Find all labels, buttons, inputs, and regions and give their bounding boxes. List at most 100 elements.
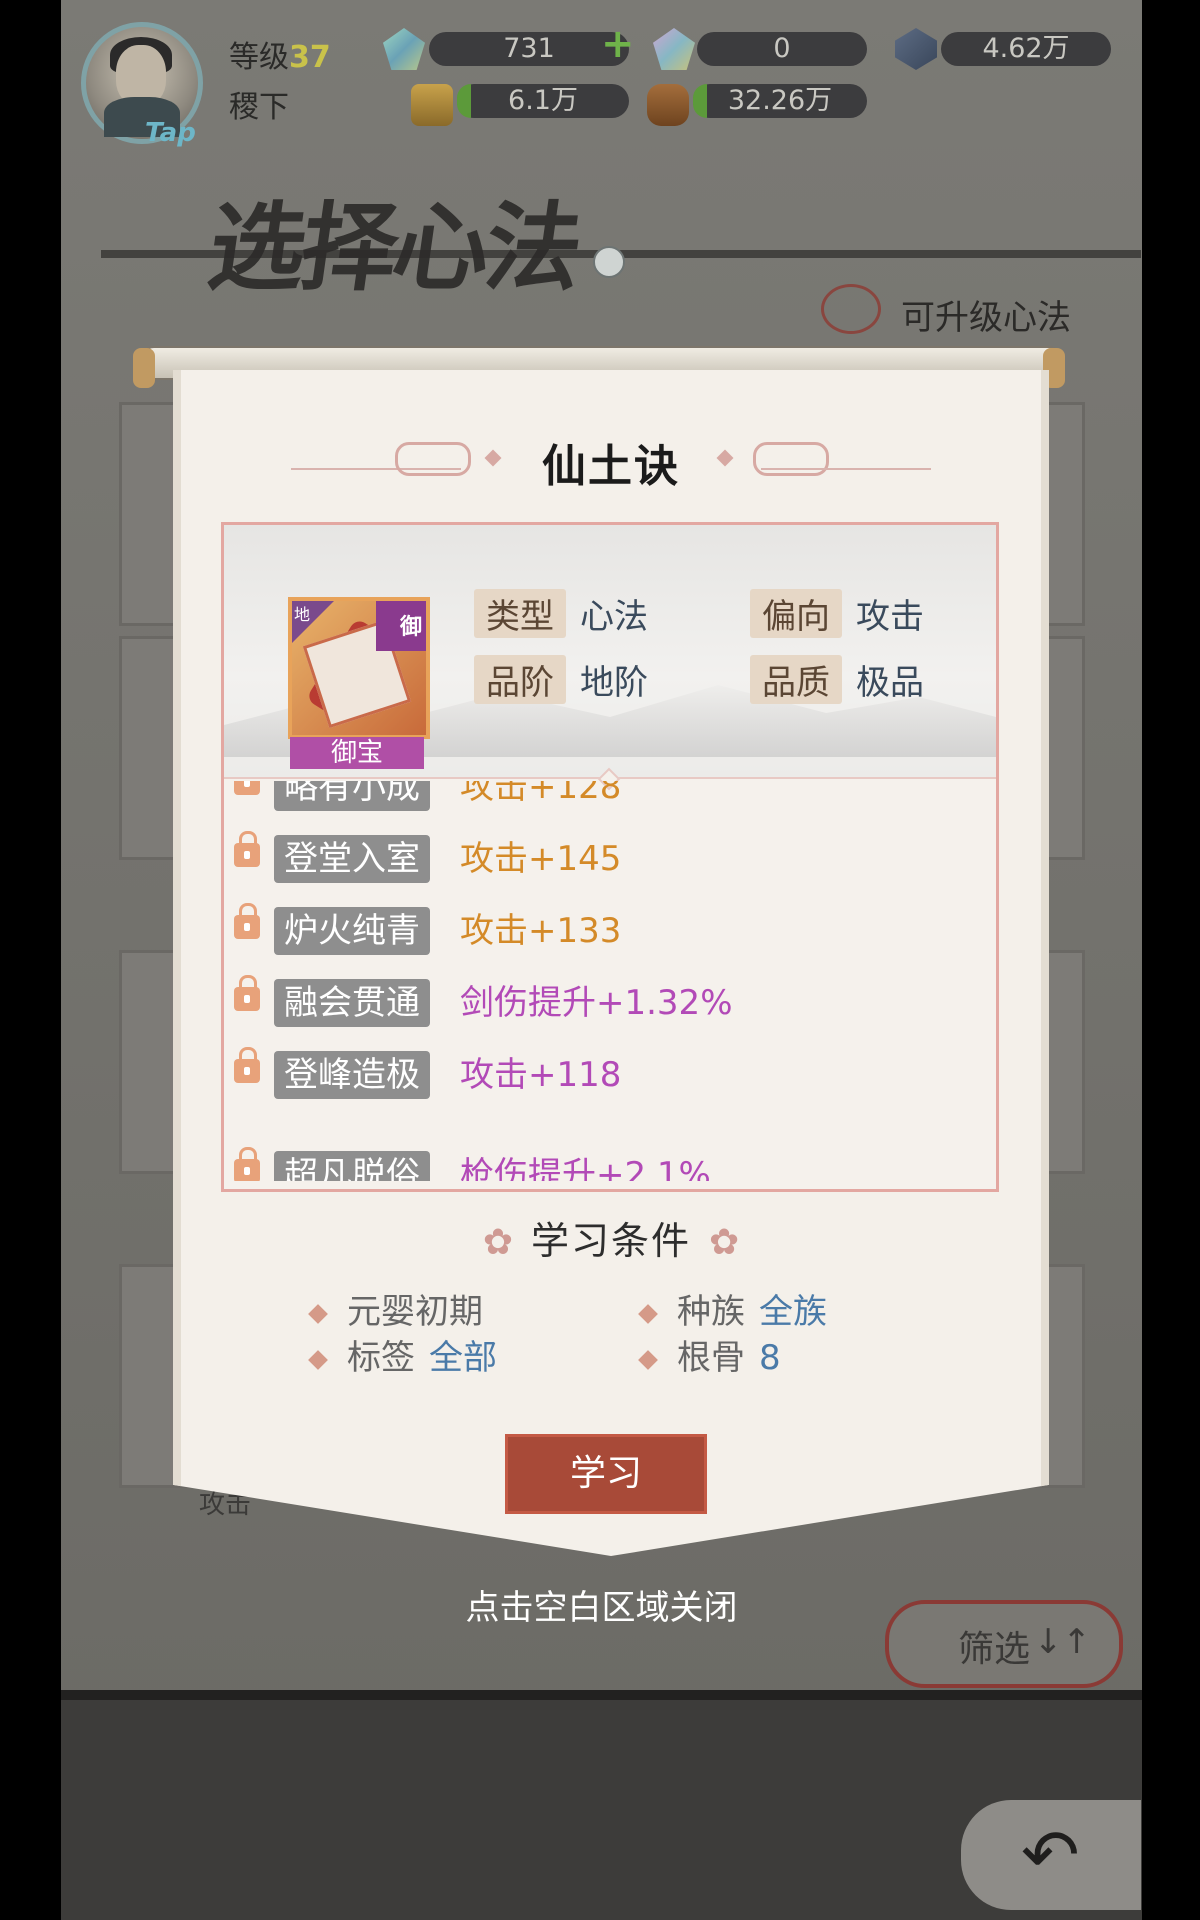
skill-book-icon[interactable]: 地 御 <box>288 597 430 739</box>
scroll-rod-cap-left <box>133 348 155 388</box>
skill-info-box: 地 御 御宝 类型 心法 偏向 攻击 品阶 地阶 品质 极品 略有小成 攻击+1… <box>221 522 999 1192</box>
stage-effect: 枪伤提升+2.1% <box>460 1155 711 1181</box>
condition-tag: 标签 全部 <box>308 1330 497 1379</box>
keyhole <box>244 923 250 931</box>
conditions-title: 学习条件 <box>530 1219 691 1263</box>
skill-badge: 御宝 <box>290 737 424 769</box>
player-name: 稷下 <box>229 90 289 125</box>
game-screen: Tap 等级37 稷下 731 + 0 4.62万 6.1万 32.26万 选择… <box>61 0 1142 1920</box>
level-label: 等级 <box>229 40 289 75</box>
condition-value: 全部 <box>429 1338 497 1378</box>
attr-type: 类型 心法 <box>474 589 648 638</box>
stage-effect: 攻击+133 <box>460 911 622 951</box>
green-gem-icon <box>383 28 425 70</box>
lock-icon <box>234 831 260 867</box>
condition-value: 全族 <box>759 1292 827 1332</box>
stage-name: 炉火纯青 <box>274 907 430 955</box>
attr-quality: 品质 极品 <box>750 655 924 704</box>
avatar-tap-tag: Tap <box>145 118 196 148</box>
attr-value: 地阶 <box>580 663 648 703</box>
condition-key: 根骨 <box>677 1338 745 1378</box>
stage-list[interactable]: 略有小成 攻击+128 登堂入室 攻击+145 炉火纯青 攻击+133 融会贯通… <box>224 781 996 1181</box>
stage-name: 登堂入室 <box>274 835 430 883</box>
condition-realm: 元婴初期 <box>308 1284 497 1333</box>
keyhole <box>244 1167 250 1175</box>
top-hud: Tap 等级37 稷下 731 + 0 4.62万 6.1万 32.26万 <box>61 0 1142 148</box>
resource-wood: 32.26万 <box>693 84 867 118</box>
stage-effect: 攻击+118 <box>460 1055 622 1095</box>
blue-crystal-icon <box>895 28 937 70</box>
title-ornament-line <box>761 468 931 470</box>
modal-title-row: 仙土诀 <box>181 430 1041 492</box>
add-gem-button[interactable]: + <box>601 24 635 64</box>
gold-ore-icon <box>411 84 453 126</box>
upgrade-filter-label: 可升级心法 <box>901 298 1071 338</box>
resource-value: 0 <box>773 33 791 64</box>
keyhole <box>244 1067 250 1075</box>
condition-value: 8 <box>759 1338 781 1378</box>
resource-rainbow-gem: 0 <box>697 32 867 66</box>
keyhole <box>244 851 250 859</box>
type-corner-label: 御 <box>399 615 422 640</box>
lock-icon <box>234 1047 260 1083</box>
stage-name: 略有小成 <box>274 781 430 811</box>
condition-key: 种族 <box>677 1292 745 1332</box>
stage-row: 登峰造极 攻击+118 <box>224 1043 996 1115</box>
scroll-hanger-icon <box>593 246 625 278</box>
bullet-diamond-icon <box>308 1349 328 1370</box>
rank-corner-label: 地 <box>294 605 311 624</box>
stage-row: 略有小成 攻击+128 <box>224 781 996 827</box>
resource-value: 32.26万 <box>727 85 833 116</box>
stage-effect: 攻击+145 <box>460 839 622 879</box>
bullet-diamond-icon <box>638 1349 658 1370</box>
attr-key: 品质 <box>750 655 842 704</box>
stage-name: 融会贯通 <box>274 979 430 1027</box>
condition-bone: 根骨 8 <box>638 1330 781 1379</box>
resource-gold: 6.1万 <box>457 84 629 118</box>
title-ornament-swirl <box>753 442 829 476</box>
resource-green-gem: 731 <box>429 32 629 66</box>
condition-race: 种族 全族 <box>638 1284 827 1333</box>
back-arrow-icon: ↶ <box>1021 1814 1080 1896</box>
keyhole <box>244 995 250 1003</box>
stage-row: 超凡脱俗 枪伤提升+2.1% <box>224 1143 996 1181</box>
bullet-diamond-icon <box>638 1303 658 1324</box>
stage-row: 融会贯通 剑伤提升+1.32% <box>224 971 996 1043</box>
skill-detail-modal: 仙土诀 地 御 御宝 类型 心法 偏向 攻击 品阶 地阶 品质 极品 略有小成 … <box>173 370 1049 1556</box>
attr-rank: 品阶 地阶 <box>474 655 648 704</box>
attr-value: 极品 <box>856 663 924 703</box>
level-value: 37 <box>289 40 331 75</box>
attr-value: 攻击 <box>856 597 924 637</box>
keyhole <box>244 781 250 787</box>
resource-value: 4.62万 <box>982 33 1070 64</box>
flower-icon: ✿ <box>709 1222 740 1263</box>
conditions-header: ✿ 学习条件 ✿ <box>181 1210 1041 1265</box>
resource-value: 731 <box>503 33 555 64</box>
modal-title: 仙土诀 <box>542 441 680 492</box>
lock-icon <box>234 903 260 939</box>
stage-effect: 剑伤提升+1.32% <box>460 983 733 1023</box>
resource-blue-crystal: 4.62万 <box>941 32 1111 66</box>
stage-row: 炉火纯青 攻击+133 <box>224 899 996 971</box>
attr-bias: 偏向 攻击 <box>750 589 924 638</box>
lock-icon <box>234 975 260 1011</box>
attr-key: 类型 <box>474 589 566 638</box>
stage-effect: 攻击+128 <box>460 781 622 807</box>
condition-key: 标签 <box>347 1338 415 1378</box>
rainbow-gem-icon <box>653 28 695 70</box>
stage-name: 登峰造极 <box>274 1051 430 1099</box>
lock-icon <box>234 781 260 795</box>
avatar-face <box>116 45 166 105</box>
condition-key: 元婴初期 <box>347 1292 483 1332</box>
wood-log-icon <box>647 84 689 126</box>
back-button[interactable]: ↶ <box>961 1800 1141 1910</box>
upgrade-checkbox[interactable] <box>821 284 881 334</box>
resource-value: 6.1万 <box>508 85 578 116</box>
close-hint[interactable]: 点击空白区域关闭 <box>61 1580 1142 1629</box>
attr-key: 品阶 <box>474 655 566 704</box>
learn-button[interactable]: 学习 <box>505 1434 707 1514</box>
bullet-diamond-icon <box>308 1303 328 1324</box>
stage-row: 登堂入室 攻击+145 <box>224 827 996 899</box>
stage-name: 超凡脱俗 <box>274 1151 430 1181</box>
player-level: 等级37 <box>229 32 331 76</box>
